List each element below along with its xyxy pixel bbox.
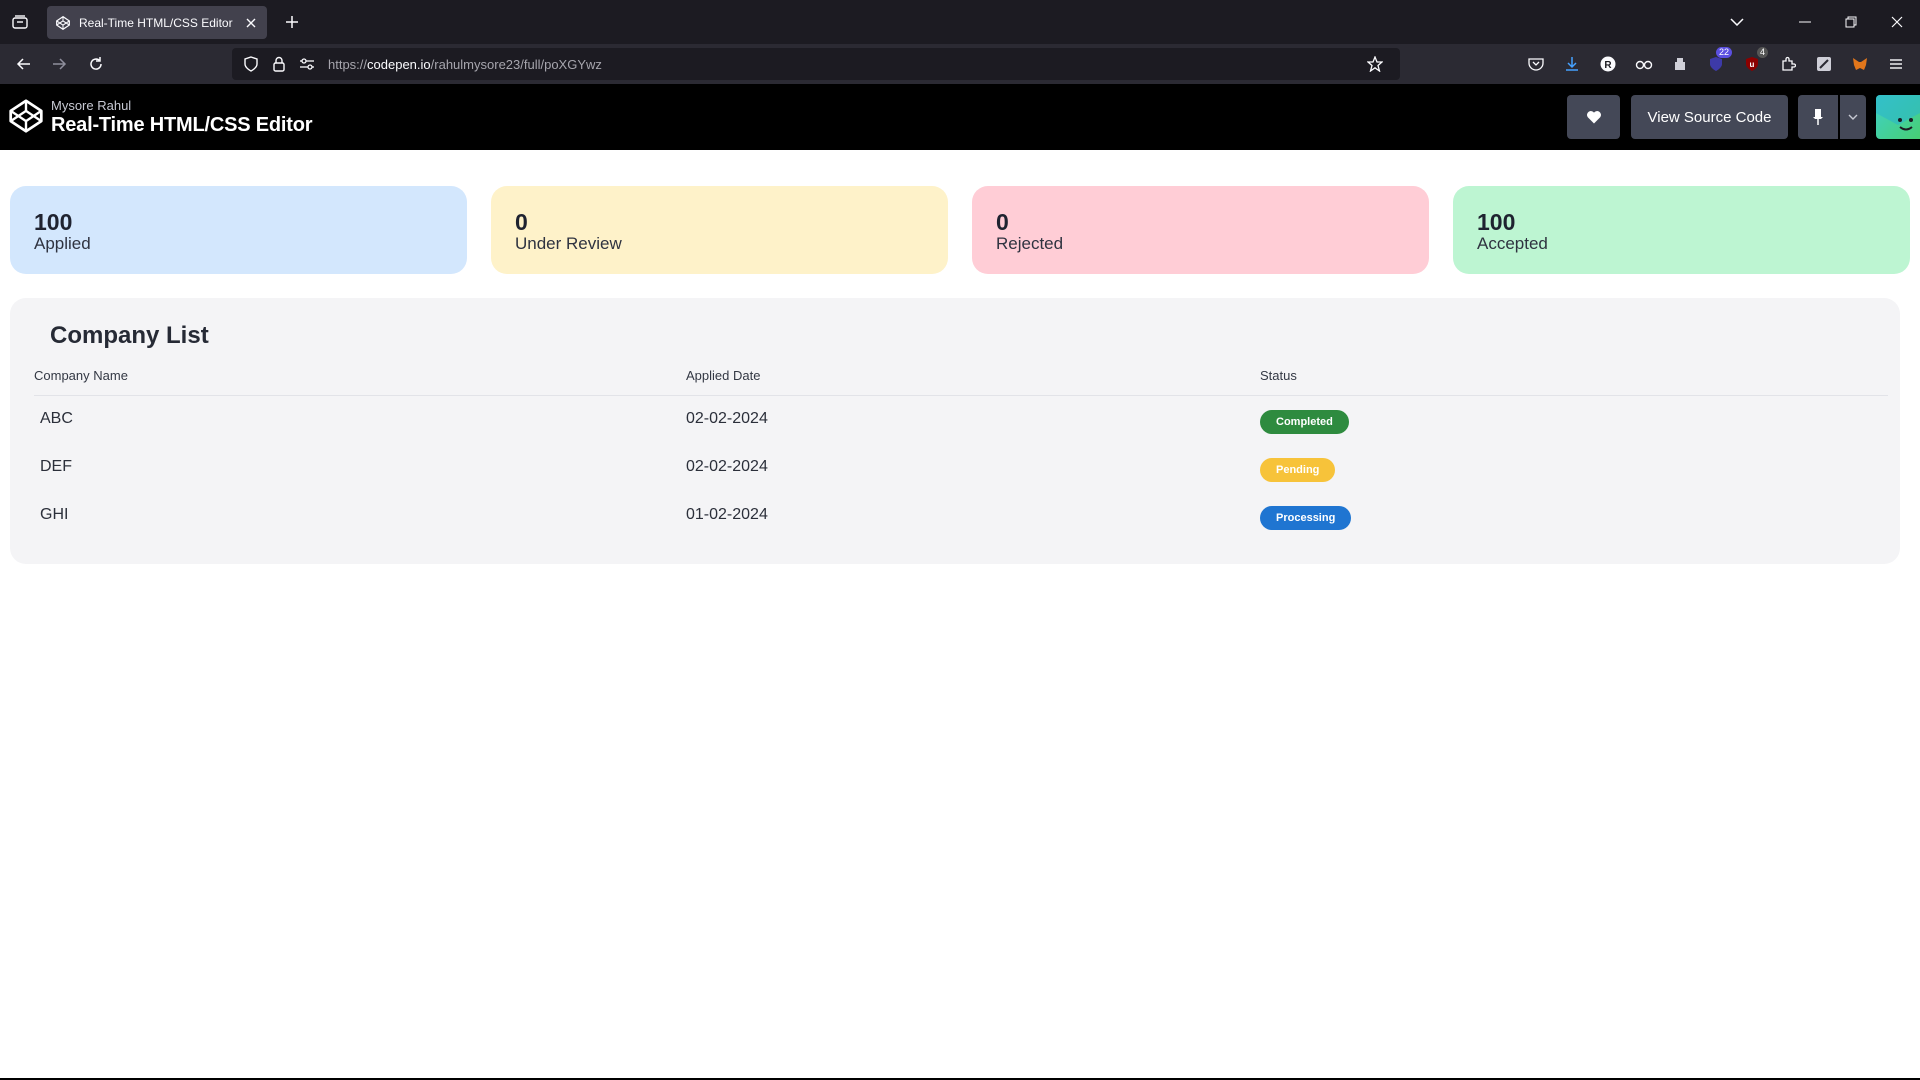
window-controls xyxy=(1692,0,1920,44)
applied-date-cell: 01-02-2024 xyxy=(686,506,768,523)
column-header-company-name: Company Name xyxy=(34,368,128,383)
shield-icon[interactable] xyxy=(240,53,262,75)
stat-value: 100 xyxy=(1477,209,1516,235)
minimize-icon[interactable] xyxy=(1782,0,1828,44)
status-badge: Pending xyxy=(1260,458,1336,482)
codepen-logo-icon[interactable] xyxy=(8,96,44,136)
bookmark-star-icon[interactable] xyxy=(1364,53,1386,75)
chevron-down-icon xyxy=(1848,114,1858,120)
stat-card-accepted: 100 Accepted xyxy=(1453,186,1910,274)
view-source-code-button[interactable]: View Source Code xyxy=(1631,95,1788,139)
user-avatar[interactable] xyxy=(1876,95,1920,139)
extensions-toolbar: R 22 u 4 xyxy=(1524,47,1908,76)
applied-date-cell: 02-02-2024 xyxy=(686,410,768,427)
stats-cards: 100 Applied 0 Under Review 0 Rejected 10… xyxy=(10,186,1910,274)
company-name-cell: GHI xyxy=(40,506,69,523)
url-path: /rahulmysore23/full/poXGYwz xyxy=(430,56,602,72)
company-name-cell: DEF xyxy=(40,458,72,475)
stat-value: 0 xyxy=(515,209,528,235)
permissions-icon[interactable] xyxy=(296,53,318,75)
browser-nav-bar: https://codepen.io/rahulmysore23/full/po… xyxy=(0,44,1920,84)
stat-label: Applied xyxy=(34,234,91,253)
metamask-fox-icon[interactable] xyxy=(1848,52,1872,76)
stat-label: Rejected xyxy=(996,234,1064,253)
lock-icon[interactable] xyxy=(268,53,290,75)
pen-author[interactable]: Mysore Rahul xyxy=(51,98,131,113)
codepen-favicon-icon xyxy=(55,15,71,31)
status-badge: Processing xyxy=(1260,506,1352,530)
pin-dropdown-button[interactable] xyxy=(1840,95,1866,139)
printer-extension-icon[interactable] xyxy=(1668,52,1692,76)
shield-extension-icon[interactable]: 22 xyxy=(1704,47,1732,76)
r-extension-icon[interactable]: R xyxy=(1596,52,1620,76)
stat-label: Under Review xyxy=(515,234,622,253)
codepen-header: Mysore Rahul Real-Time HTML/CSS Editor V… xyxy=(0,84,1920,150)
app-menu-icon[interactable] xyxy=(1884,52,1908,76)
stat-value: 100 xyxy=(34,209,73,235)
svg-text:u: u xyxy=(1750,60,1755,69)
extensions-puzzle-icon[interactable] xyxy=(1776,52,1800,76)
url-text: https://codepen.io/rahulmysore23/full/po… xyxy=(328,57,1364,72)
like-button[interactable] xyxy=(1567,95,1620,139)
edit-extension-icon[interactable] xyxy=(1812,52,1836,76)
company-list-panel: Company List Company Name Applied Date S… xyxy=(10,298,1900,564)
status-badge: Completed xyxy=(1260,410,1349,434)
browser-tab-bar: Real-Time HTML/CSS Editor xyxy=(0,0,1920,44)
pen-title: Real-Time HTML/CSS Editor xyxy=(51,114,313,136)
list-all-tabs-icon[interactable] xyxy=(1692,0,1782,44)
restore-icon[interactable] xyxy=(1828,0,1874,44)
url-bar[interactable]: https://codepen.io/rahulmysore23/full/po… xyxy=(232,48,1400,80)
stat-card-under-review: 0 Under Review xyxy=(491,186,948,274)
stat-value: 0 xyxy=(996,209,1009,235)
table-row: GHI 01-02-2024 Processing xyxy=(34,492,1888,540)
table-header: Company Name Applied Date Status xyxy=(34,368,1888,396)
forward-icon[interactable] xyxy=(47,52,71,76)
extension-badge-count: 4 xyxy=(1756,47,1768,58)
extension-badge-count: 22 xyxy=(1715,47,1732,58)
glasses-extension-icon[interactable] xyxy=(1632,52,1656,76)
close-window-icon[interactable] xyxy=(1874,0,1920,44)
stat-card-applied: 100 Applied xyxy=(10,186,467,274)
stat-card-rejected: 0 Rejected xyxy=(972,186,1429,274)
svg-text:R: R xyxy=(1604,60,1612,71)
column-header-applied-date: Applied Date xyxy=(686,368,761,383)
pin-icon xyxy=(1813,109,1823,125)
heart-icon xyxy=(1586,111,1601,124)
close-tab-icon[interactable] xyxy=(243,15,259,31)
browser-tab-active[interactable]: Real-Time HTML/CSS Editor xyxy=(47,6,267,39)
table-row: ABC 02-02-2024 Completed xyxy=(34,396,1888,444)
ublock-extension-icon[interactable]: u 4 xyxy=(1740,47,1768,76)
company-list-title: Company List xyxy=(50,322,209,349)
column-header-status: Status xyxy=(1260,368,1297,383)
url-prefix: https:// xyxy=(328,56,368,72)
pin-button[interactable] xyxy=(1798,95,1838,139)
tab-list-icon[interactable] xyxy=(6,10,34,34)
new-tab-icon[interactable] xyxy=(280,10,304,34)
applied-date-cell: 02-02-2024 xyxy=(686,458,768,475)
company-name-cell: ABC xyxy=(40,410,73,427)
url-domain: codepen.io xyxy=(367,56,431,72)
pocket-icon[interactable] xyxy=(1524,52,1548,76)
downloads-icon[interactable] xyxy=(1560,52,1584,76)
reload-icon[interactable] xyxy=(84,52,108,76)
back-icon[interactable] xyxy=(12,52,36,76)
tab-title: Real-Time HTML/CSS Editor xyxy=(79,15,233,30)
table-row: DEF 02-02-2024 Pending xyxy=(34,444,1888,492)
stat-label: Accepted xyxy=(1477,234,1548,253)
